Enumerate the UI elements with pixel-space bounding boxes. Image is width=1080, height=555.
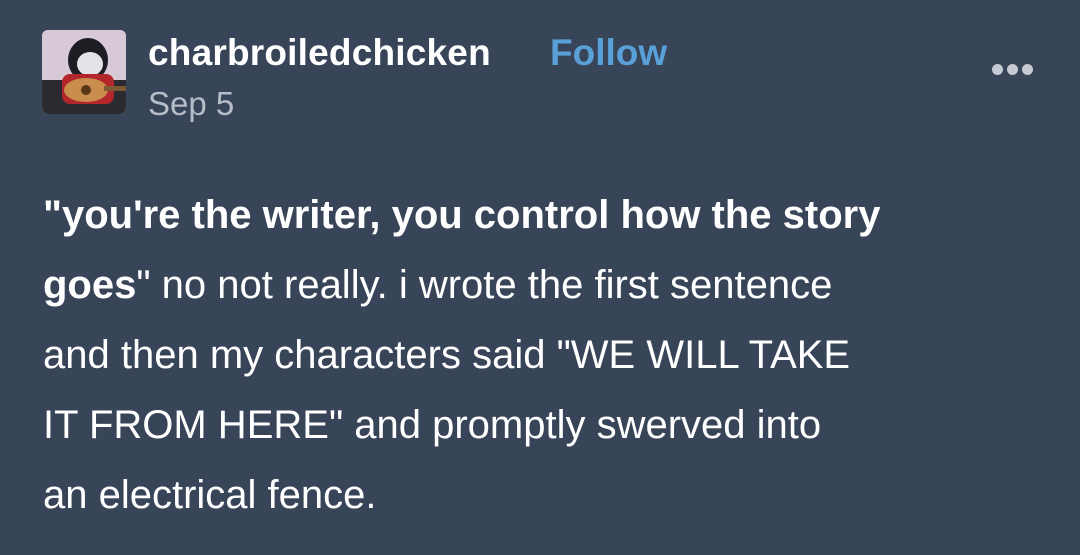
post-text-line: "you're the writer, you control how the … xyxy=(43,180,1043,250)
dot xyxy=(1007,64,1018,75)
username[interactable]: charbroiledchicken xyxy=(148,32,491,74)
avatar[interactable] xyxy=(42,30,126,114)
post-text-line: goes" no not really. i wrote the first s… xyxy=(43,250,1043,320)
bold-text-segment: "you're the writer, you control how the … xyxy=(43,193,881,237)
text-segment: and then my characters said "WE WILL TAK… xyxy=(43,333,851,377)
post-date[interactable]: Sep 5 xyxy=(148,85,234,123)
post-text-line: IT FROM HERE" and promptly swerved into xyxy=(43,390,1043,460)
post-text-line: and then my characters said "WE WILL TAK… xyxy=(43,320,1043,390)
post-body: "you're the writer, you control how the … xyxy=(43,180,1043,530)
text-segment: an electrical fence. xyxy=(43,473,377,517)
text-segment: " no not really. i wrote the first sente… xyxy=(136,263,833,307)
post-text-line: an electrical fence. xyxy=(43,460,1043,530)
post-header: charbroiledchicken Follow Sep 5 xyxy=(42,30,1042,123)
text-segment: IT FROM HERE" and promptly swerved into xyxy=(43,403,822,447)
more-horizontal-icon[interactable] xyxy=(992,62,1042,78)
follow-button[interactable]: Follow xyxy=(550,32,667,74)
bold-text-segment: goes xyxy=(43,263,137,307)
dot xyxy=(992,64,1003,75)
dot xyxy=(1022,64,1033,75)
avatar-image xyxy=(42,30,126,114)
